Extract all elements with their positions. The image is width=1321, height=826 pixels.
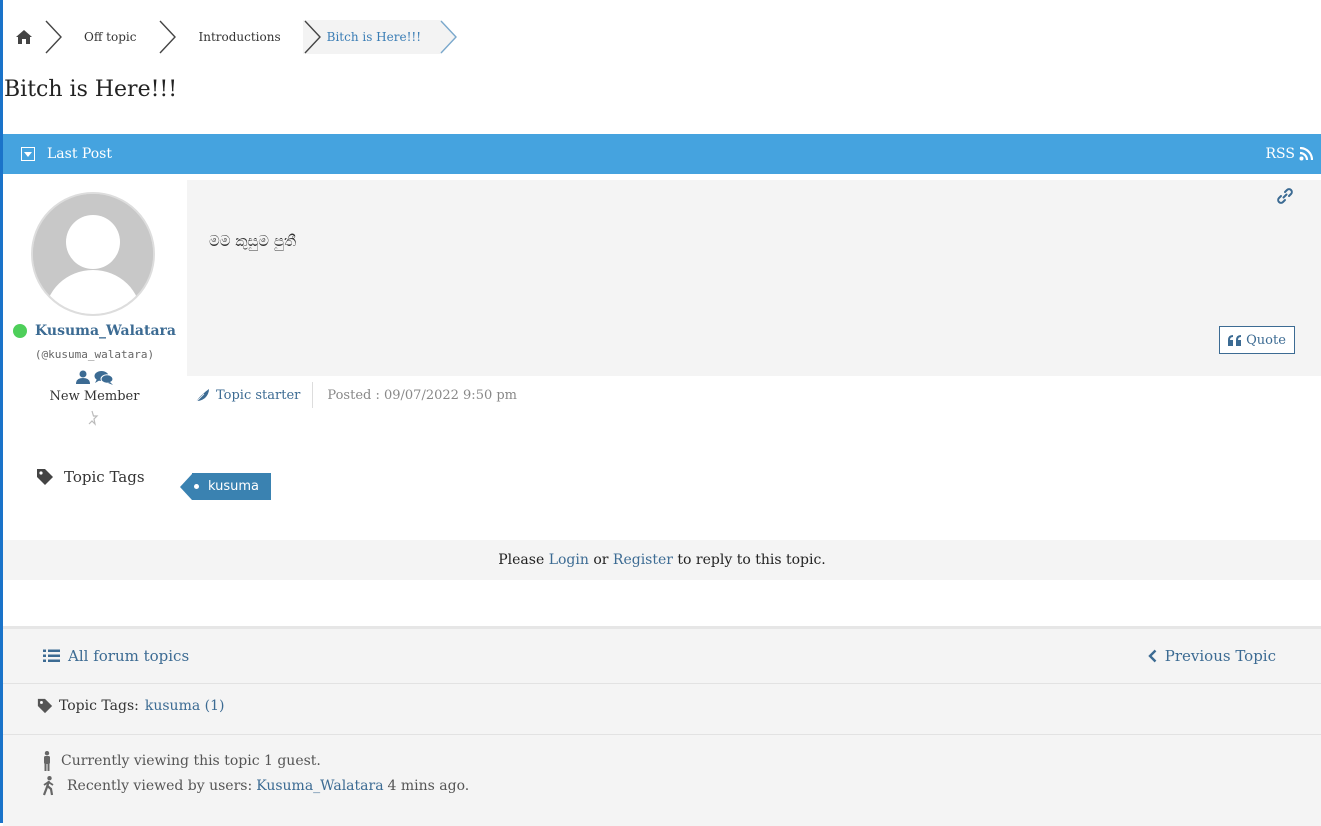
all-forum-topics-label: All forum topics (68, 647, 190, 665)
tag-kusuma[interactable]: kusuma (180, 473, 272, 500)
all-forum-topics-link[interactable]: All forum topics (43, 647, 189, 665)
messages-icon[interactable] (94, 370, 114, 385)
chevron-left-icon (1148, 649, 1157, 663)
login-suffix: to reply to this topic. (677, 552, 826, 568)
footer-tag-kusuma-link[interactable]: kusuma (1) (145, 698, 225, 714)
feather-icon (195, 388, 209, 402)
link-icon[interactable] (1277, 188, 1293, 204)
breadcrumb-separator-icon (303, 20, 323, 54)
breadcrumb-item-current[interactable]: Bitch is Here!!! (302, 20, 440, 54)
avatar[interactable] (31, 192, 155, 316)
rss-link[interactable]: RSS (1266, 146, 1313, 162)
tag-icon (37, 698, 53, 714)
currently-viewing-text: Currently viewing this topic 1 guest. (61, 753, 321, 769)
quote-icon (1228, 334, 1242, 346)
post-meta: Topic starter Posted : 09/07/2022 9:50 p… (195, 382, 517, 408)
tag-icon (37, 469, 53, 485)
login-prefix: Please (498, 552, 545, 568)
footer-tags-label: Topic Tags: (59, 698, 139, 714)
online-status-icon (13, 324, 28, 338)
topic-starter-badge: Topic starter (195, 382, 314, 408)
home-icon (16, 30, 32, 44)
rank-star-icon (88, 410, 99, 426)
last-post-label: Last Post (47, 146, 112, 162)
post-body: මම කුසුම පුතී Quote (187, 180, 1321, 376)
tag-pill-body: kusuma (192, 473, 272, 500)
breadcrumb-item-introductions[interactable]: Introductions (178, 20, 302, 54)
user-profile-icon[interactable] (75, 370, 90, 384)
recent-user-link[interactable]: Kusuma_Walatara (256, 778, 383, 794)
post-header-bar: Last Post RSS (3, 134, 1321, 174)
list-icon (43, 649, 60, 662)
topic-tags-label: Topic Tags (64, 468, 145, 486)
footer-topic-tags: Topic Tags: kusuma (1) (3, 684, 1321, 735)
breadcrumb-home[interactable] (4, 20, 44, 54)
recently-viewed: Recently viewed by users: Kusuma_Walatar… (41, 776, 469, 796)
author-name[interactable]: Kusuma_Walatara (35, 323, 176, 339)
rss-icon (1299, 147, 1313, 161)
register-link[interactable]: Register (613, 552, 673, 568)
author-name-row: Kusuma_Walatara (3, 323, 186, 339)
breadcrumb: Off topic Introductions Bitch is Here!!! (4, 20, 459, 54)
tag-pill-point (180, 473, 192, 500)
post-author: Kusuma_Walatara (@kusuma_walatara) New M… (3, 180, 186, 440)
collapse-toggle-icon[interactable] (21, 147, 35, 161)
topic-starter-label: Topic starter (216, 387, 301, 403)
author-rank: New Member (49, 389, 140, 404)
page-title: Bitch is Here!!! (4, 77, 178, 102)
login-prompt: Please Login or Register to reply to thi… (3, 540, 1321, 580)
login-link[interactable]: Login (549, 552, 589, 568)
topic-tags: Topic Tags (36, 468, 145, 486)
currently-viewing: Currently viewing this topic 1 guest. (43, 751, 321, 771)
previous-topic-link[interactable]: Previous Topic (1148, 647, 1276, 665)
tag-hole-icon (194, 484, 199, 489)
quote-label: Quote (1246, 332, 1286, 348)
topic-navigation: All forum topics Previous Topic (3, 629, 1321, 684)
rss-label: RSS (1265, 146, 1295, 162)
breadcrumb-item-off-topic[interactable]: Off topic (64, 20, 158, 54)
tag-label: kusuma (208, 479, 260, 494)
breadcrumb-separator-icon (44, 20, 64, 54)
author-icons (3, 370, 186, 385)
post-content: මම කුසුම පුතී (209, 232, 297, 250)
topic-footer: All forum topics Previous Topic Topic Ta… (3, 626, 1321, 826)
previous-topic-label: Previous Topic (1164, 647, 1276, 665)
recent-suffix: 4 mins ago. (387, 778, 470, 794)
author-handle: (@kusuma_walatara) (34, 348, 155, 361)
login-or: or (593, 552, 609, 568)
breadcrumb-end-icon (439, 20, 459, 54)
post-date: Posted : 09/07/2022 9:50 pm (327, 387, 518, 403)
person-walking-icon (42, 776, 54, 796)
quote-button[interactable]: Quote (1219, 326, 1295, 354)
breadcrumb-separator-icon (158, 20, 178, 54)
recent-prefix: Recently viewed by users: (67, 778, 253, 794)
person-standing-icon (44, 751, 50, 771)
